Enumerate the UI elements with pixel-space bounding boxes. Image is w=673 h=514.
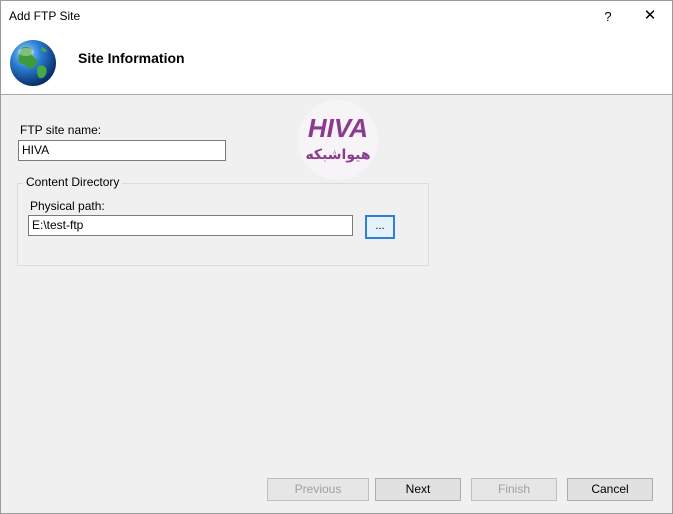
add-ftp-site-dialog: Add FTP Site ? ✕ Site Information HIVA ه…: [0, 0, 673, 514]
finish-button[interactable]: Finish: [471, 478, 557, 501]
svg-text:HIVA: HIVA: [308, 113, 368, 143]
close-button[interactable]: ✕: [638, 5, 662, 27]
cancel-button[interactable]: Cancel: [567, 478, 653, 501]
title-bar: Add FTP Site ? ✕: [1, 1, 672, 32]
help-button[interactable]: ?: [598, 7, 618, 27]
wizard-header: Site Information: [1, 32, 672, 95]
next-button[interactable]: Next: [375, 478, 461, 501]
hiva-watermark-logo: HIVA هیواشبکه: [298, 100, 378, 180]
physical-path-label: Physical path:: [30, 199, 105, 213]
svg-text:هیواشبکه: هیواشبکه: [305, 147, 370, 163]
page-title: Site Information: [78, 50, 185, 66]
site-name-input[interactable]: HIVA: [18, 140, 226, 161]
globe-icon: [10, 40, 56, 86]
window-title: Add FTP Site: [9, 9, 81, 23]
content-directory-title: Content Directory: [23, 175, 123, 189]
site-name-label: FTP site name:: [20, 123, 102, 137]
physical-path-input[interactable]: E:\test-ftp: [28, 215, 353, 236]
browse-button[interactable]: ...: [365, 215, 395, 239]
previous-button[interactable]: Previous: [267, 478, 369, 501]
